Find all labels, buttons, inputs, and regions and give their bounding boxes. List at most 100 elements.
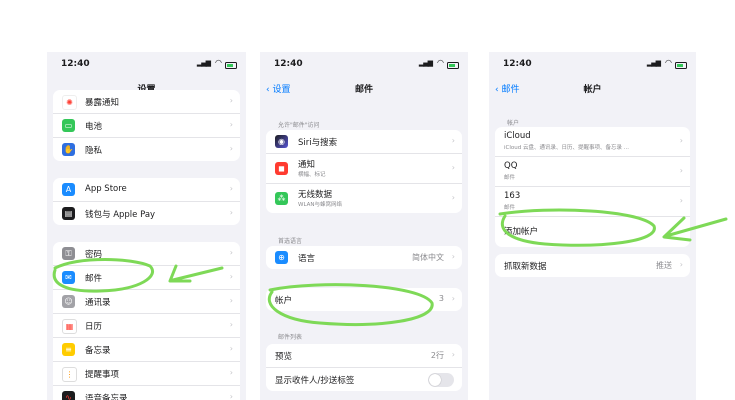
section-header: 邮件列表 bbox=[278, 334, 303, 341]
settings-item-contacts[interactable]: ☺ 通讯录 › bbox=[53, 290, 240, 314]
hand-icon: ✋ bbox=[62, 143, 75, 156]
language-row[interactable]: ⊕ 语言 简体中文 › bbox=[266, 246, 462, 269]
chevron-right-icon: › bbox=[229, 248, 233, 257]
fetch-group: 抓取新数据 推送 › bbox=[495, 254, 690, 277]
contacts-icon: ☺ bbox=[62, 295, 75, 308]
siri-icon: ◉ bbox=[275, 135, 288, 148]
settings-group-1: ✺ 暴露通知 › ▭ 电池 › ✋ 隐私 › bbox=[53, 90, 240, 161]
key-icon: ⚿ bbox=[62, 247, 75, 260]
row-subtitle: 横幅、标记 bbox=[298, 172, 326, 178]
settings-item-label: 邮件 bbox=[85, 274, 103, 284]
account-163[interactable]: 163 邮件 › bbox=[495, 187, 690, 217]
section-header: 帐户 bbox=[507, 120, 520, 127]
row-value: 简体中文 bbox=[412, 253, 444, 262]
row-label: 抓取新数据 bbox=[504, 262, 547, 272]
settings-item-label: 通讯录 bbox=[85, 298, 111, 308]
settings-screen: 12:40 ▂▄▆ ◠ 设置 ✺ 暴露通知 › ▭ 电池 › ✋ 隐私 › A … bbox=[47, 52, 246, 400]
settings-item-privacy[interactable]: ✋ 隐私 › bbox=[53, 138, 240, 161]
settings-item-passwords[interactable]: ⚿ 密码 › bbox=[53, 242, 240, 266]
globe-icon: ⊕ bbox=[275, 251, 288, 264]
nav-bar: ‹ 设置 邮件 bbox=[260, 82, 468, 98]
app-store-icon: A bbox=[62, 183, 75, 196]
settings-item-label: App Store bbox=[85, 184, 127, 194]
chevron-right-icon: › bbox=[229, 296, 233, 305]
signal-icon: ▂▄▆ bbox=[196, 59, 211, 67]
settings-item-wallet[interactable]: ▤ 钱包与 Apple Pay › bbox=[53, 202, 240, 225]
row-value: 3 bbox=[438, 294, 444, 303]
chevron-right-icon: › bbox=[229, 320, 233, 329]
chevron-right-icon: › bbox=[451, 163, 455, 172]
row-label: 无线数据 bbox=[298, 190, 333, 200]
row-value: 2行 bbox=[430, 351, 444, 360]
calendar-icon: ▦ bbox=[62, 319, 77, 334]
accounts-screen: 12:40 ▂▄▆ ◠ ‹ 邮件 帐户 帐户 iCloud iCloud 云盘、… bbox=[489, 52, 696, 400]
section-header: 首选语言 bbox=[278, 238, 303, 245]
mail-settings-screen: 12:40 ▂▄▆ ◠ ‹ 设置 邮件 允许"邮件"访问 ◉ Siri与搜索 ›… bbox=[260, 52, 468, 400]
accounts-row[interactable]: 帐户 3 › bbox=[266, 288, 462, 311]
settings-item-label: 提醒事项 bbox=[85, 370, 120, 380]
notes-icon: ≡ bbox=[62, 343, 75, 356]
status-bar: 12:40 ▂▄▆ ◠ bbox=[489, 58, 696, 73]
siri-search-row[interactable]: ◉ Siri与搜索 › bbox=[266, 130, 462, 154]
signal-icon: ▂▄▆ bbox=[418, 59, 433, 67]
settings-group-2: A App Store › ▤ 钱包与 Apple Pay › bbox=[53, 178, 240, 225]
settings-item-voice-memos[interactable]: ∿ 语音备忘录 › bbox=[53, 386, 240, 400]
row-value: 推送 bbox=[656, 261, 672, 270]
settings-item-reminders[interactable]: ⋮ 提醒事项 › bbox=[53, 362, 240, 386]
voice-memos-icon: ∿ bbox=[62, 391, 75, 400]
add-account-row[interactable]: 添加帐户 bbox=[495, 217, 690, 247]
chevron-right-icon: › bbox=[229, 344, 233, 353]
account-name: iCloud bbox=[504, 131, 531, 141]
settings-item-exposure[interactable]: ✺ 暴露通知 › bbox=[53, 90, 240, 114]
signal-icon: ▂▄▆ bbox=[646, 59, 661, 67]
mail-icon: ✉ bbox=[62, 271, 75, 284]
reminders-icon: ⋮ bbox=[62, 367, 77, 382]
settings-item-mail[interactable]: ✉ 邮件 › bbox=[53, 266, 240, 290]
wallet-icon: ▤ bbox=[62, 207, 75, 220]
accounts-list: iCloud iCloud 云盘、通讯录、日历、提醒事项、备忘录 ... › Q… bbox=[495, 127, 690, 247]
add-account-label: 添加帐户 bbox=[504, 227, 539, 237]
row-label: 预览 bbox=[275, 352, 293, 362]
chevron-right-icon: › bbox=[229, 272, 233, 281]
chevron-right-icon: › bbox=[229, 368, 233, 377]
page-title: 邮件 bbox=[354, 85, 373, 95]
row-label: 显示收件人/抄送标签 bbox=[275, 376, 355, 386]
chevron-right-icon: › bbox=[451, 294, 455, 303]
account-services: 邮件 bbox=[504, 205, 516, 211]
chevron-right-icon: › bbox=[229, 184, 233, 193]
account-name: 163 bbox=[504, 191, 521, 201]
wireless-data-row[interactable]: ⁂ 无线数据 WLAN与蜂窝网络 › bbox=[266, 184, 462, 213]
nav-bar: ‹ 邮件 帐户 bbox=[489, 82, 696, 98]
language-group: ⊕ 语言 简体中文 › bbox=[266, 246, 462, 269]
row-label: 帐户 bbox=[275, 296, 293, 306]
battery-status-icon bbox=[225, 62, 237, 69]
account-qq[interactable]: QQ 邮件 › bbox=[495, 157, 690, 187]
status-time: 12:40 bbox=[61, 59, 90, 69]
preview-row[interactable]: 预览 2行 › bbox=[266, 344, 462, 368]
wifi-icon: ◠ bbox=[215, 58, 222, 67]
settings-item-calendar[interactable]: ▦ 日历 › bbox=[53, 314, 240, 338]
status-bar: 12:40 ▂▄▆ ◠ bbox=[47, 58, 246, 73]
show-to-cc-toggle[interactable] bbox=[428, 373, 454, 387]
chevron-right-icon: › bbox=[229, 120, 233, 129]
fetch-new-data-row[interactable]: 抓取新数据 推送 › bbox=[495, 254, 690, 277]
wifi-icon: ◠ bbox=[665, 58, 672, 67]
settings-item-notes[interactable]: ≡ 备忘录 › bbox=[53, 338, 240, 362]
cellular-icon: ⁂ bbox=[275, 192, 288, 205]
chevron-right-icon: › bbox=[451, 252, 455, 261]
chevron-right-icon: › bbox=[679, 166, 683, 175]
settings-item-battery[interactable]: ▭ 电池 › bbox=[53, 114, 240, 138]
settings-item-label: 日历 bbox=[85, 322, 103, 332]
page-title: 帐户 bbox=[583, 85, 602, 95]
notifications-row[interactable]: ◼ 通知 横幅、标记 › bbox=[266, 154, 462, 184]
battery-status-icon bbox=[447, 62, 459, 69]
row-label: Siri与搜索 bbox=[298, 138, 338, 148]
account-icloud[interactable]: iCloud iCloud 云盘、通讯录、日历、提醒事项、备忘录 ... › bbox=[495, 127, 690, 157]
settings-item-label: 备忘录 bbox=[85, 346, 111, 356]
settings-item-label: 电池 bbox=[85, 122, 103, 132]
settings-item-app-store[interactable]: A App Store › bbox=[53, 178, 240, 202]
settings-item-label: 语音备忘录 bbox=[85, 394, 128, 400]
accounts-group: 帐户 3 › bbox=[266, 288, 462, 311]
chevron-right-icon: › bbox=[229, 96, 233, 105]
chevron-right-icon: › bbox=[229, 392, 233, 400]
